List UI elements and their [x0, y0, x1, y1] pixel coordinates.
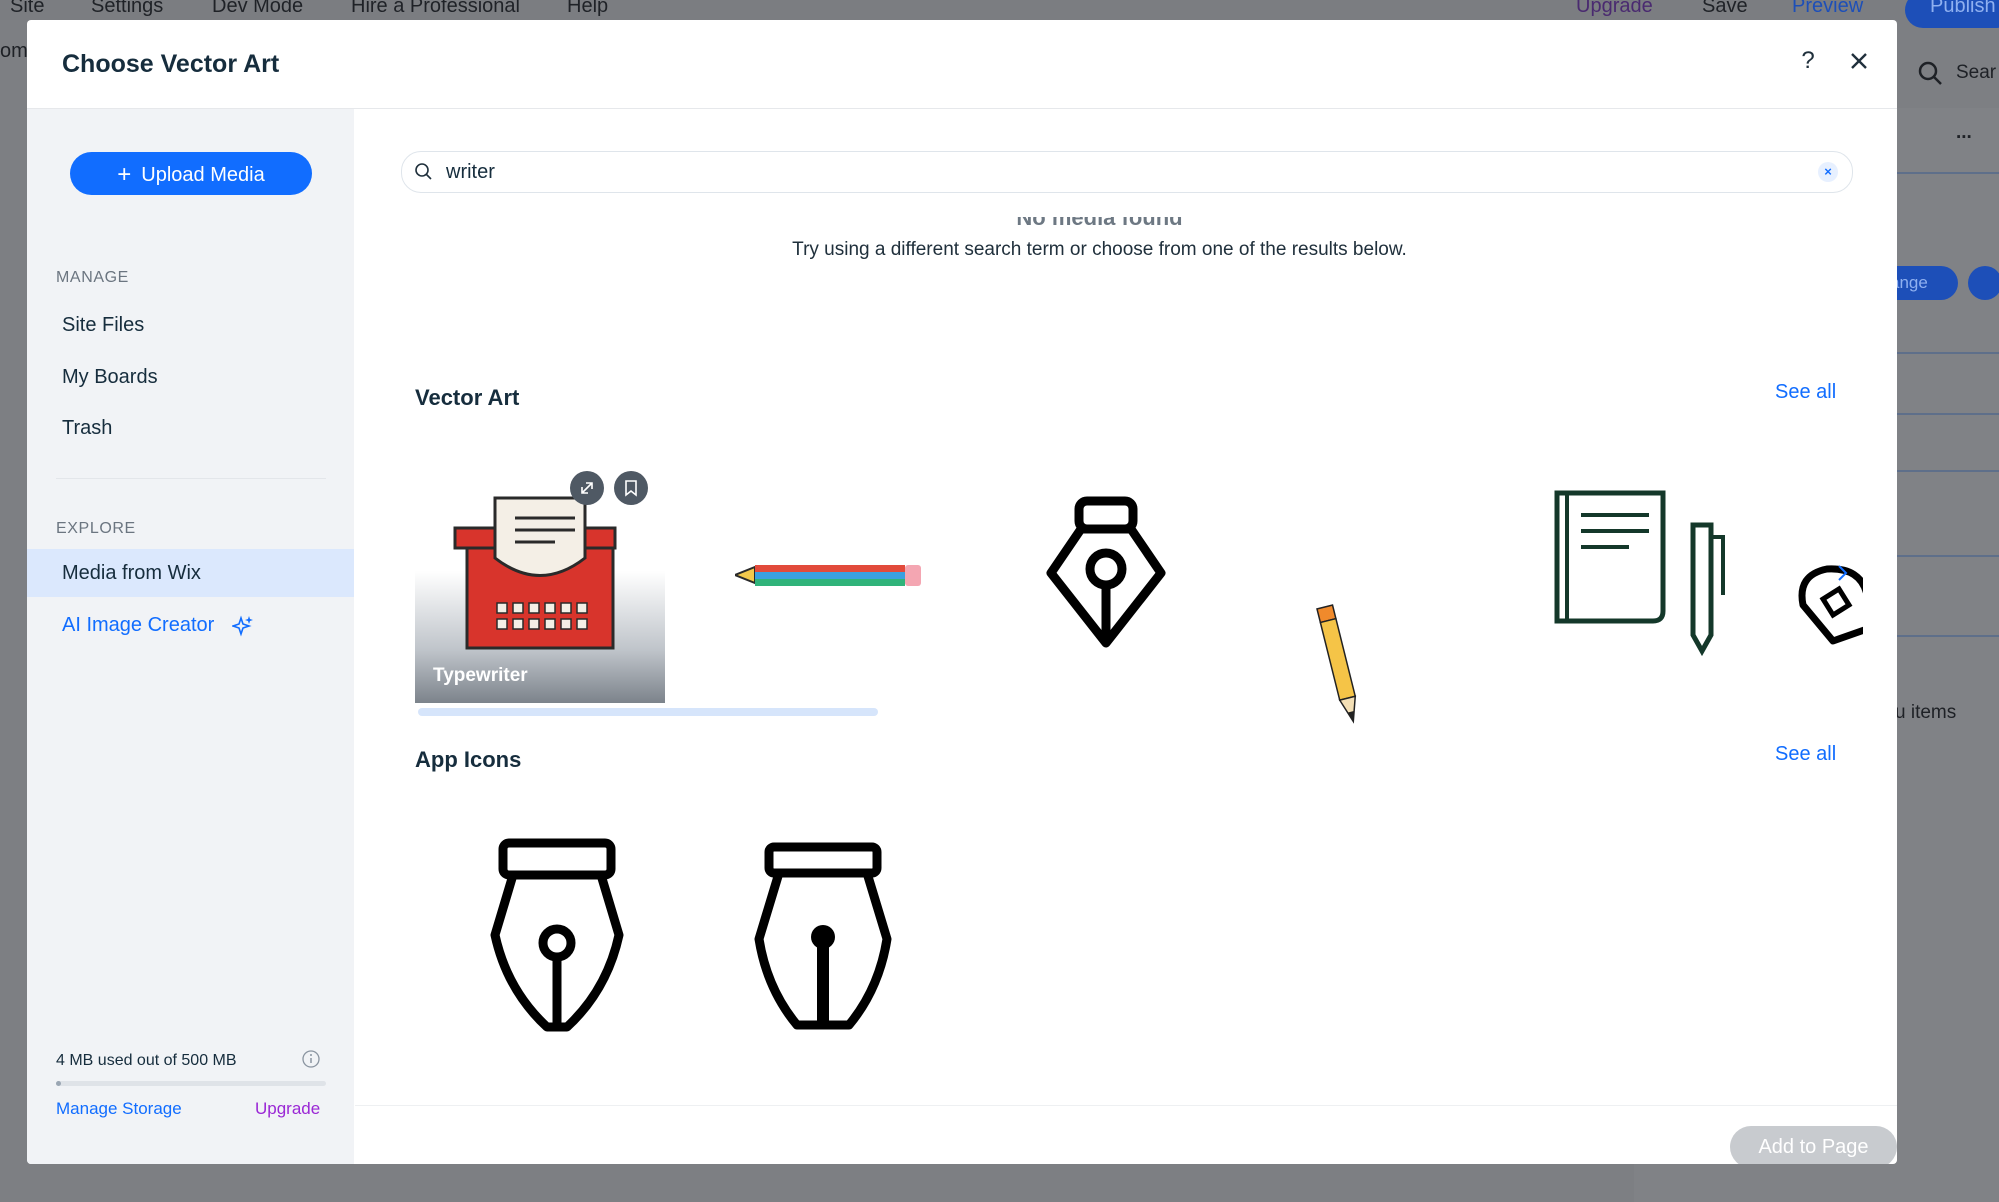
no-results-heading: No media found	[355, 217, 1844, 229]
editor-divider	[1895, 470, 1999, 472]
storage-usage-text: 4 MB used out of 500 MB	[56, 1052, 237, 1069]
add-to-page-button[interactable]: Add to Page	[1730, 1126, 1897, 1164]
media-sidebar: + Upload Media MANAGE Site Files My Board…	[27, 109, 354, 1164]
storage-progress-fill	[56, 1081, 62, 1086]
footer-divider	[355, 1105, 1897, 1106]
close-icon[interactable]	[1842, 44, 1876, 78]
search-icon	[415, 163, 432, 180]
editor-upgrade-link[interactable]: Upgrade	[1576, 0, 1653, 18]
pen-nib-icon[interactable]	[1041, 493, 1171, 663]
editor-left-fragment: om	[0, 40, 28, 62]
upload-media-button[interactable]: + Upload Media	[70, 152, 312, 195]
editor-more-icon[interactable]: ...	[1956, 122, 1972, 144]
explore-heading: EXPLORE	[56, 520, 136, 537]
media-content: × No media found Try using a different s…	[355, 109, 1897, 1164]
vector-art-scrollbar[interactable]	[418, 708, 878, 716]
notebook-pen-icon[interactable]	[1543, 485, 1743, 665]
see-all-vector-art-link[interactable]: See all	[1775, 381, 1836, 404]
search-input[interactable]	[446, 160, 1746, 184]
clear-search-icon[interactable]: ×	[1818, 162, 1838, 182]
editor-search-label[interactable]: Sear	[1956, 62, 1996, 84]
sidebar-item-media-from-wix[interactable]: Media from Wix	[27, 549, 354, 597]
editor-publish-button[interactable]: Publish	[1905, 0, 1999, 28]
editor-gear-icon[interactable]	[1968, 266, 1999, 300]
section-title-vector-art: Vector Art	[415, 385, 520, 410]
editor-divider	[1895, 555, 1999, 557]
sparkle-icon	[232, 615, 253, 637]
dialog-header: Choose Vector Art ?	[27, 20, 1897, 109]
upgrade-link[interactable]: Upgrade	[255, 1099, 320, 1119]
plus-icon: +	[117, 161, 132, 188]
fountain-pen-nib-icon[interactable]	[487, 835, 627, 1035]
help-icon[interactable]: ?	[1791, 44, 1825, 78]
choose-vector-art-dialog: Choose Vector Art ? + Upload Media MANAGE…	[27, 20, 1897, 1164]
crayon-icon[interactable]	[735, 553, 945, 597]
editor-menu-items-label: u items	[1895, 702, 1957, 723]
upload-media-label: Upload Media	[141, 164, 265, 186]
section-title-app-icons: App Icons	[415, 747, 522, 772]
editor-preview-button[interactable]: Preview	[1792, 0, 1863, 18]
chevron-right-icon[interactable]	[1830, 561, 1854, 585]
menu-site[interactable]: Site	[10, 0, 44, 18]
fountain-pen-nib-alt-icon[interactable]	[753, 839, 893, 1035]
sidebar-divider	[56, 478, 326, 479]
menu-dev-mode[interactable]: Dev Mode	[212, 0, 303, 18]
manage-storage-link[interactable]: Manage Storage	[56, 1099, 182, 1119]
storage-progress-bar	[56, 1081, 326, 1086]
editor-top-bar: Site Settings Dev Mode Hire a Profession…	[0, 0, 1999, 28]
sidebar-item-site-files[interactable]: Site Files	[27, 301, 354, 349]
editor-divider	[1895, 172, 1999, 174]
vector-art-item-typewriter[interactable]: Typewriter	[415, 463, 665, 703]
search-bar: ×	[401, 151, 1853, 193]
editor-divider	[1895, 413, 1999, 415]
sidebar-item-ai-image-creator[interactable]: AI Image Creator	[27, 601, 354, 649]
typewriter-label: Typewriter	[433, 665, 528, 686]
expand-icon[interactable]	[570, 471, 604, 505]
sidebar-item-my-boards[interactable]: My Boards	[27, 353, 354, 401]
editor-save-button[interactable]: Save	[1702, 0, 1748, 18]
menu-hire-professional[interactable]: Hire a Professional	[351, 0, 520, 18]
pencil-icon[interactable]	[1315, 599, 1365, 729]
no-results-hint: Try using a different search term or cho…	[792, 239, 1407, 260]
dialog-title: Choose Vector Art	[62, 50, 280, 78]
ai-image-creator-label: AI Image Creator	[62, 614, 215, 636]
menu-settings[interactable]: Settings	[91, 0, 163, 18]
info-icon[interactable]	[302, 1050, 320, 1068]
sidebar-item-trash[interactable]: Trash	[27, 404, 354, 452]
editor-divider	[1895, 635, 1999, 637]
bookmark-icon[interactable]	[614, 471, 648, 505]
see-all-app-icons-link[interactable]: See all	[1775, 743, 1836, 766]
menu-help[interactable]: Help	[567, 0, 608, 18]
no-results-heading-clip: No media found	[355, 217, 1844, 229]
editor-search-icon[interactable]	[1917, 60, 1943, 86]
manage-heading: MANAGE	[56, 269, 129, 286]
editor-divider	[1895, 352, 1999, 354]
